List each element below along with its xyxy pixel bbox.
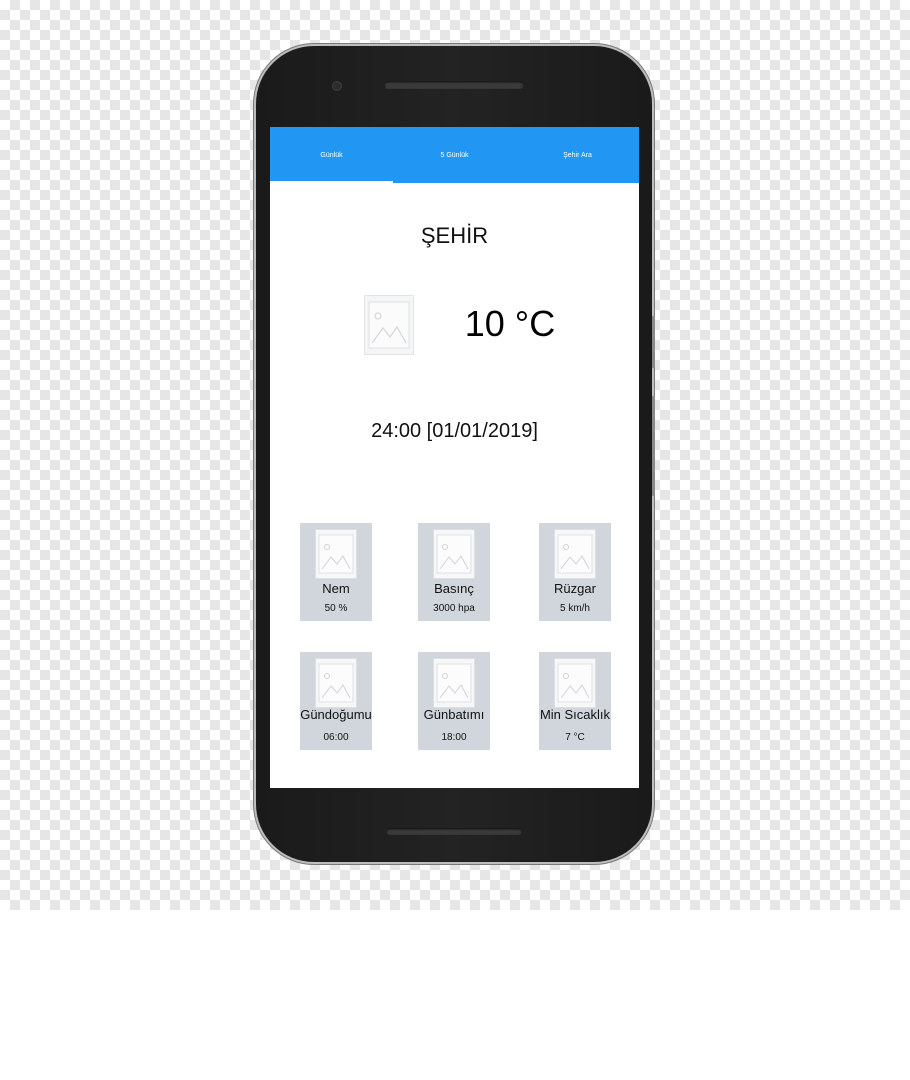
tab-daily-label: Günlük <box>320 151 343 159</box>
min-temperature-value: 7 °C <box>565 732 585 743</box>
sunrise-value: 06:00 <box>323 732 349 743</box>
wind-value: 5 km/h <box>559 603 590 614</box>
tab-five-day[interactable]: 5 Günlük <box>393 127 516 183</box>
image-placeholder-icon <box>315 529 357 579</box>
current-datetime: 24:00 [01/01/2019] <box>371 420 538 442</box>
wind-label: Rüzgar <box>554 581 596 596</box>
volume-button <box>652 396 655 496</box>
wind-card: Rüzgar 5 km/h <box>539 523 611 621</box>
image-placeholder-icon <box>554 529 596 579</box>
sunset-value: 18:00 <box>441 732 467 743</box>
sunset-card: Günbatımı 18:00 <box>418 652 490 750</box>
pressure-label: Basınç <box>434 581 474 596</box>
tab-bar: Günlük 5 Günlük Şehir Ara <box>270 127 639 183</box>
tab-search-city-label: Şehir Ara <box>563 151 592 159</box>
tab-search-city[interactable]: Şehir Ara <box>516 127 639 183</box>
min-temperature-card: Min Sıcaklık 7 °C <box>539 652 611 750</box>
top-speaker <box>384 81 524 89</box>
background-bottom <box>0 910 910 1080</box>
sunrise-label: Gündoğumu <box>300 707 372 722</box>
sunrise-card: Gündoğumu 06:00 <box>300 652 372 750</box>
image-placeholder-icon <box>554 658 596 708</box>
pressure-card: Basınç 3000 hpa <box>418 523 490 621</box>
app-screen: Günlük 5 Günlük Şehir Ara ŞEHİR 10 °C 24… <box>270 127 639 788</box>
pressure-value: 3000 hpa <box>433 603 475 614</box>
min-temperature-label: Min Sıcaklık <box>539 707 611 722</box>
humidity-label: Nem <box>322 581 350 596</box>
sunset-label: Günbatımı <box>423 707 485 722</box>
image-placeholder-icon <box>433 529 475 579</box>
humidity-value: 50 % <box>324 603 348 614</box>
bottom-speaker <box>386 828 522 835</box>
image-placeholder-icon <box>364 295 414 355</box>
image-placeholder-icon <box>433 658 475 708</box>
humidity-card: Nem 50 % <box>300 523 372 621</box>
current-temperature: 10 °C <box>464 303 556 344</box>
power-button <box>652 316 655 368</box>
tab-five-day-label: 5 Günlük <box>440 151 469 159</box>
phone-frame: Günlük 5 Günlük Şehir Ara ŞEHİR 10 °C 24… <box>256 46 655 862</box>
image-placeholder-icon <box>315 658 357 708</box>
active-tab-indicator <box>270 181 393 183</box>
city-name: ŞEHİR <box>420 223 489 248</box>
tab-daily[interactable]: Günlük <box>270 127 393 183</box>
front-camera <box>332 81 342 91</box>
